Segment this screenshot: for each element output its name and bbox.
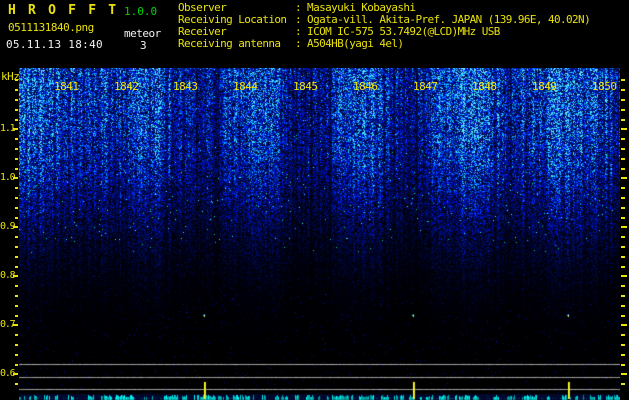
freq-tick-left bbox=[15, 295, 18, 297]
freq-tick-right bbox=[621, 148, 625, 150]
freq-tick-right bbox=[621, 157, 625, 160]
freq-axis-label: 0.8 bbox=[0, 270, 16, 282]
freq-tick-right bbox=[621, 275, 627, 278]
freq-tick-right bbox=[621, 89, 625, 92]
freq-tick-left bbox=[15, 157, 18, 160]
freq-axis-label: 0.6 bbox=[0, 368, 16, 380]
freq-tick-right bbox=[621, 79, 625, 82]
time-label: 1842 bbox=[114, 80, 139, 93]
freq-tick-left bbox=[15, 285, 18, 288]
freq-tick-left bbox=[15, 246, 18, 248]
freq-axis-label: 0.9 bbox=[0, 221, 16, 233]
freq-tick-right bbox=[621, 255, 625, 258]
time-label: 1846 bbox=[353, 80, 378, 93]
freq-tick-right bbox=[621, 99, 625, 101]
freq-tick-left bbox=[15, 108, 18, 111]
freq-tick-right bbox=[621, 197, 625, 199]
freq-tick-right bbox=[621, 304, 625, 307]
freq-tick-right bbox=[621, 187, 625, 190]
time-label: 1847 bbox=[413, 80, 438, 93]
time-label: 1844 bbox=[233, 80, 258, 93]
time-label: 1841 bbox=[54, 80, 79, 93]
freq-tick-right bbox=[621, 138, 625, 141]
freq-tick-left bbox=[15, 383, 18, 386]
freq-tick-left bbox=[15, 148, 18, 150]
freq-tick-right bbox=[621, 128, 627, 131]
datetime-label: 05.11.13 18:40 bbox=[6, 38, 103, 51]
freq-tick-left bbox=[15, 265, 18, 268]
time-label: 1850 bbox=[592, 80, 617, 93]
freq-tick-left bbox=[15, 334, 18, 337]
freq-tick-left bbox=[15, 353, 18, 356]
freq-tick-right bbox=[621, 383, 625, 386]
freq-tick-right bbox=[621, 373, 627, 376]
freq-tick-left bbox=[15, 118, 18, 121]
freq-tick-right bbox=[621, 206, 625, 209]
freq-tick-right bbox=[621, 246, 625, 248]
freq-tick-left bbox=[15, 79, 18, 82]
freq-tick-left bbox=[15, 363, 18, 366]
freq-tick-left bbox=[15, 138, 18, 141]
freq-tick-right bbox=[621, 216, 625, 219]
freq-tick-left bbox=[15, 167, 18, 170]
freq-tick-left bbox=[15, 187, 18, 190]
time-label: 1848 bbox=[472, 80, 497, 93]
freq-tick-left bbox=[15, 197, 18, 199]
freq-tick-right bbox=[621, 118, 625, 121]
freq-tick-left bbox=[15, 255, 18, 258]
freq-axis-label: 1.1 bbox=[0, 123, 16, 135]
freq-tick-right bbox=[621, 314, 625, 317]
freq-tick-right bbox=[621, 334, 625, 337]
freq-tick-right bbox=[621, 344, 625, 346]
freq-tick-left bbox=[15, 236, 18, 239]
app-version: 1.0.0 bbox=[124, 5, 158, 18]
freq-tick-right bbox=[621, 167, 625, 170]
time-label: 1845 bbox=[293, 80, 318, 93]
freq-tick-left bbox=[15, 89, 18, 92]
freq-axis-label: 1.0 bbox=[0, 172, 16, 184]
info-row-value: A504HB(yagi 4el) bbox=[307, 37, 404, 50]
freq-tick-right bbox=[621, 363, 625, 366]
freq-tick-left bbox=[15, 314, 18, 317]
freq-tick-right bbox=[621, 177, 627, 180]
hrofft-screenshot: { "header": { "app_title": "H R O F F T"… bbox=[0, 0, 629, 400]
freq-tick-left bbox=[15, 99, 18, 101]
time-label: 1849 bbox=[532, 80, 557, 93]
freq-tick-right bbox=[621, 226, 627, 229]
meteor-count: 3 bbox=[140, 39, 147, 52]
freq-tick-right bbox=[621, 295, 625, 297]
freq-tick-left bbox=[15, 304, 18, 307]
freq-tick-right bbox=[621, 353, 625, 356]
freq-tick-left bbox=[15, 206, 18, 209]
freq-tick-right bbox=[621, 108, 625, 111]
info-row: Receiving antenna: A504HB(yagi 4el) bbox=[178, 38, 590, 50]
info-row-label: Receiving antenna bbox=[178, 37, 281, 50]
station-info-block: Observer: Masayuki Kobayashi Receiving Lo… bbox=[178, 2, 591, 50]
freq-tick-right bbox=[621, 236, 625, 239]
freq-tick-right bbox=[621, 324, 627, 327]
spectrogram-canvas bbox=[19, 68, 620, 400]
freq-tick-left bbox=[15, 216, 18, 219]
freq-tick-right bbox=[621, 265, 625, 268]
app-title: H R O F F T bbox=[8, 3, 119, 18]
output-filename: 0511131840.png bbox=[8, 21, 94, 34]
freq-axis-label: 0.7 bbox=[0, 319, 16, 331]
freq-tick-right bbox=[621, 285, 625, 288]
time-label: 1843 bbox=[173, 80, 198, 93]
info-row-colon: : bbox=[295, 37, 308, 50]
freq-tick-left bbox=[15, 344, 18, 346]
